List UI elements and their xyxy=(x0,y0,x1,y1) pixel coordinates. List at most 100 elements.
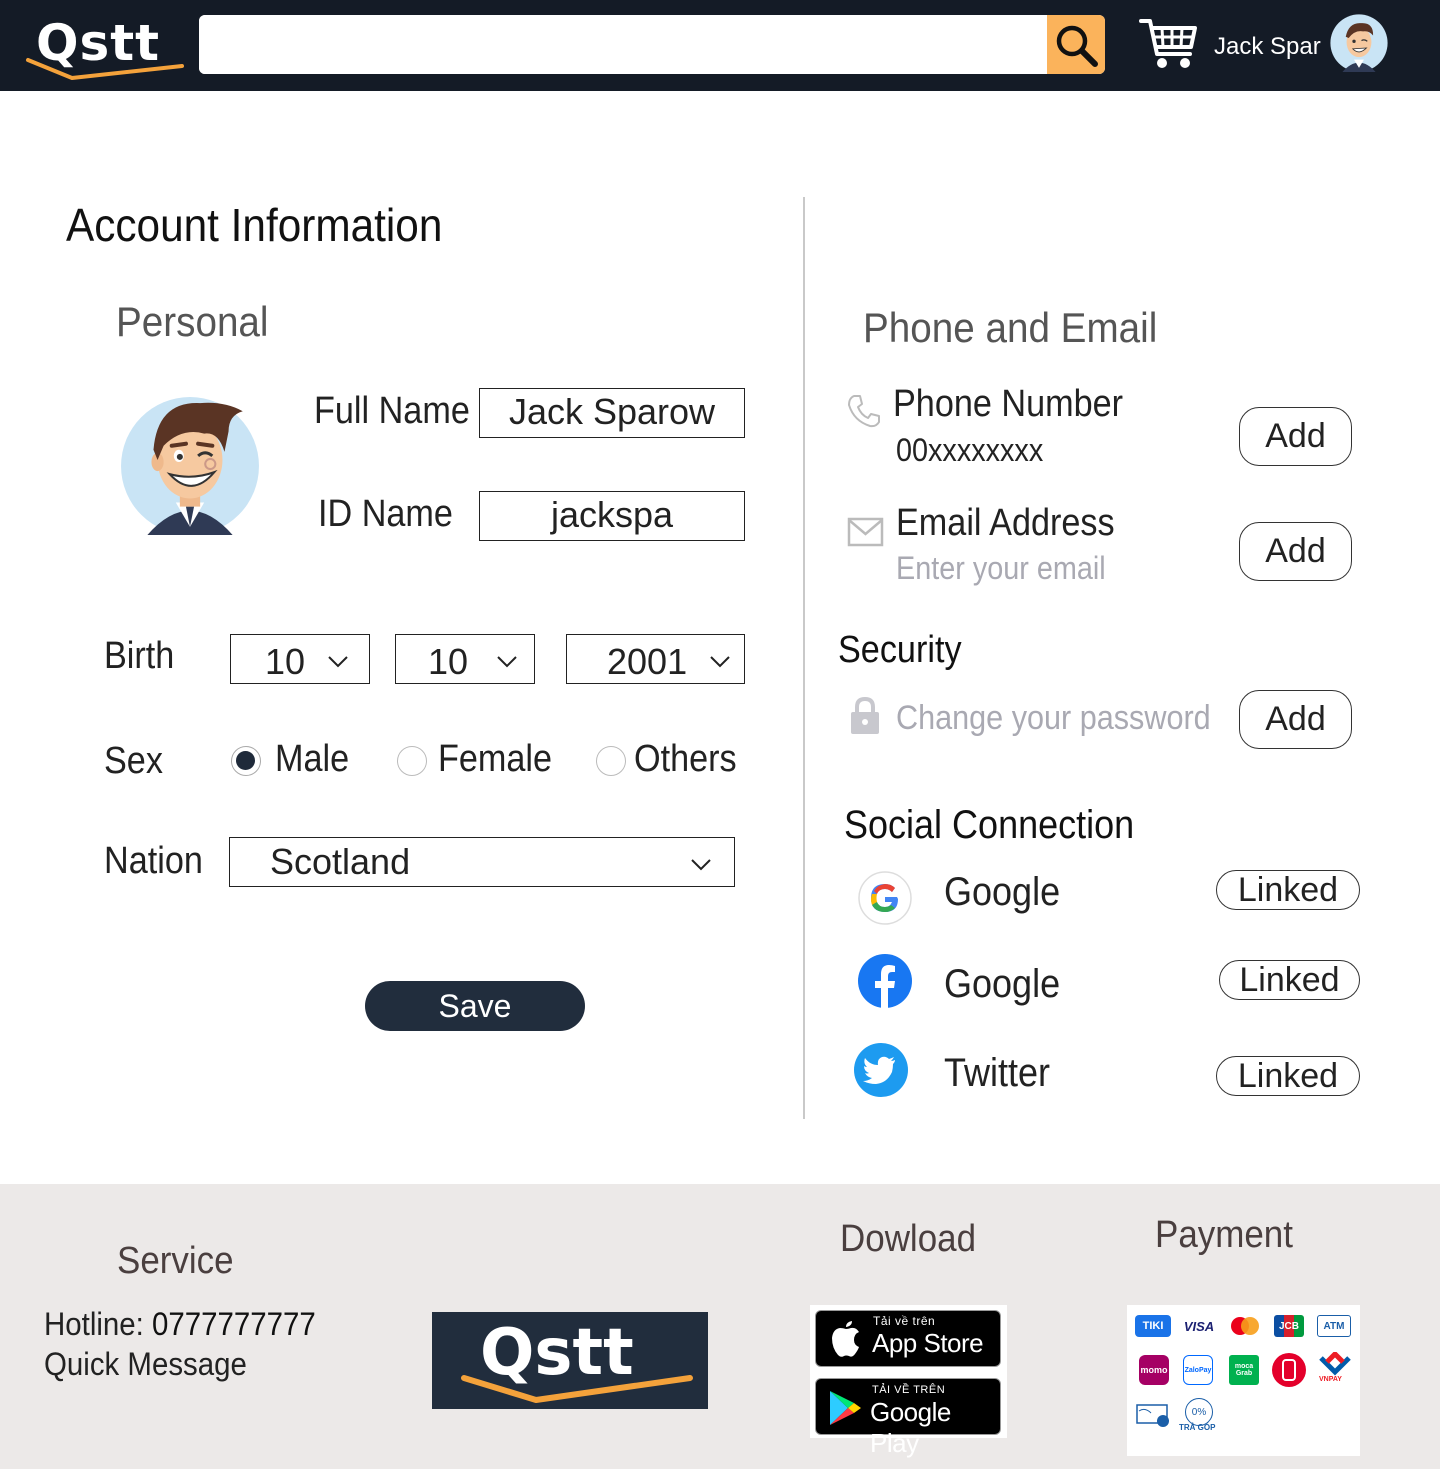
page-title: Account Information xyxy=(66,199,443,251)
social-heading: Social Connection xyxy=(844,803,1135,847)
user-avatar-icon xyxy=(1330,14,1388,72)
top-header: Qstt Jack Spar xyxy=(0,0,1440,91)
chevron-down-icon xyxy=(691,859,711,871)
phone-email-heading: Phone and Email xyxy=(863,304,1158,351)
mastercard-icon xyxy=(1229,1316,1261,1341)
cash-icon xyxy=(1135,1401,1173,1434)
change-password-button[interactable]: Add xyxy=(1239,690,1352,749)
linked-button-google[interactable]: Linked xyxy=(1216,870,1360,910)
vnpay-icon: VNPAY xyxy=(1317,1350,1353,1393)
phone-icon xyxy=(846,393,882,434)
visa-icon: VISA xyxy=(1183,1318,1215,1334)
logo[interactable]: Qstt xyxy=(24,10,186,82)
id-name-label: ID Name xyxy=(318,493,453,535)
search-bar xyxy=(199,15,1105,74)
momo-icon: momo xyxy=(1139,1355,1169,1385)
email-placeholder[interactable]: Enter your email xyxy=(896,550,1106,587)
full-name-field[interactable]: Jack Sparow xyxy=(479,388,745,438)
download-heading: Dowload xyxy=(840,1218,977,1260)
payment-heading: Payment xyxy=(1155,1214,1293,1256)
user-avatar-icon xyxy=(121,397,259,535)
add-email-button[interactable]: Add xyxy=(1239,522,1352,581)
birth-label: Birth xyxy=(104,635,175,677)
zalopay-icon: ZaloPay xyxy=(1183,1355,1213,1385)
store-badges: Tải về trên App Store TẢI VỀ TRÊN Google… xyxy=(810,1305,1007,1458)
chevron-down-icon xyxy=(710,656,730,668)
id-name-value: jackspa xyxy=(550,494,674,535)
birth-day-value: 10 xyxy=(265,641,306,682)
security-heading: Security xyxy=(838,629,962,671)
google-icon xyxy=(857,870,913,931)
phone-label: Phone Number xyxy=(893,383,1124,425)
cart-icon xyxy=(1139,19,1197,68)
save-button[interactable]: Save xyxy=(365,981,585,1031)
profile-avatar[interactable] xyxy=(119,393,261,540)
google-play-button[interactable]: TẢI VỀ TRÊN Google Play xyxy=(815,1378,1001,1458)
header-avatar[interactable] xyxy=(1330,14,1388,77)
social-name-facebook: Google xyxy=(944,962,1061,1006)
birth-year-select[interactable]: 2001 xyxy=(566,634,745,684)
app-store-small-text: Tải về trên xyxy=(873,1314,936,1328)
full-name-value: Jack Sparow xyxy=(508,391,716,432)
linked-button-facebook[interactable]: Linked xyxy=(1219,960,1360,1000)
radio-male[interactable] xyxy=(231,746,261,776)
radio-others-label[interactable]: Others xyxy=(634,738,737,781)
birth-year-value: 2001 xyxy=(607,641,688,682)
google-play-big-text: Google Play xyxy=(870,1397,951,1458)
app-store-button[interactable]: Tải về trên App Store xyxy=(815,1310,1001,1367)
tiki-icon: TIKI xyxy=(1135,1315,1171,1337)
search-icon xyxy=(1056,25,1098,67)
radio-others[interactable] xyxy=(596,746,626,776)
installment-icon: 0% xyxy=(1185,1398,1213,1426)
google-play-small-text: TẢI VỀ TRÊN xyxy=(872,1384,946,1396)
add-phone-button[interactable]: Add xyxy=(1239,407,1352,466)
search-button[interactable] xyxy=(1047,15,1105,74)
social-name-google: Google xyxy=(944,870,1061,914)
jcb-icon: JCB xyxy=(1274,1315,1304,1337)
footer-logo[interactable]: Qstt xyxy=(432,1312,708,1409)
cart-button[interactable] xyxy=(1138,16,1200,77)
phone-value: 00xxxxxxxx xyxy=(896,432,1044,468)
twitter-icon xyxy=(853,1042,909,1103)
vertical-divider xyxy=(803,197,805,1119)
social-name-twitter: Twitter xyxy=(944,1051,1051,1095)
vnpay-text: VNPAY xyxy=(1319,1376,1342,1383)
birth-month-select[interactable]: 10 xyxy=(395,634,535,684)
full-name-label: Full Name xyxy=(314,390,470,432)
hotline-label: Hotline: xyxy=(44,1306,152,1342)
mail-icon xyxy=(847,516,885,553)
quick-message-link[interactable]: Quick Message xyxy=(44,1346,247,1383)
birth-day-select[interactable]: 10 xyxy=(230,634,370,684)
service-heading: Service xyxy=(117,1240,234,1282)
bank-app-icon xyxy=(1271,1352,1307,1393)
logo-swoosh-icon xyxy=(461,1375,693,1403)
change-password-link[interactable]: Change your password xyxy=(896,699,1211,738)
email-label: Email Address xyxy=(896,502,1115,544)
personal-heading: Personal xyxy=(116,298,269,345)
radio-female-label[interactable]: Female xyxy=(438,738,552,781)
hotline-number[interactable]: 0777777777 xyxy=(152,1306,316,1342)
logo-swoosh-icon xyxy=(26,58,184,80)
nation-label: Nation xyxy=(104,840,203,882)
radio-male-label[interactable]: Male xyxy=(275,738,349,781)
sex-label: Sex xyxy=(104,740,163,782)
linked-button-twitter[interactable]: Linked xyxy=(1216,1056,1360,1096)
nation-select[interactable]: Scotland xyxy=(229,837,735,887)
birth-month-value: 10 xyxy=(428,641,469,682)
chevron-down-icon xyxy=(328,656,348,668)
apple-icon xyxy=(832,1321,859,1357)
moca-grab-icon: moca Grab xyxy=(1229,1355,1259,1385)
installment-label: TRẢ GÓP xyxy=(1179,1423,1216,1432)
chevron-down-icon xyxy=(497,656,517,668)
header-user-name[interactable]: Jack Spar xyxy=(1214,33,1321,61)
nation-value: Scotland xyxy=(270,841,411,882)
id-name-field[interactable]: jackspa xyxy=(479,491,745,541)
atm-icon: ATM xyxy=(1317,1315,1351,1337)
payment-methods: TIKI VISA JCB ATM momo ZaloPay moca Grab… xyxy=(1127,1305,1360,1456)
radio-female[interactable] xyxy=(397,746,427,776)
search-input[interactable] xyxy=(199,15,1047,74)
facebook-icon xyxy=(857,953,913,1014)
google-play-icon xyxy=(830,1391,861,1425)
lock-icon xyxy=(849,696,881,741)
app-store-big-text: App Store xyxy=(872,1328,984,1358)
